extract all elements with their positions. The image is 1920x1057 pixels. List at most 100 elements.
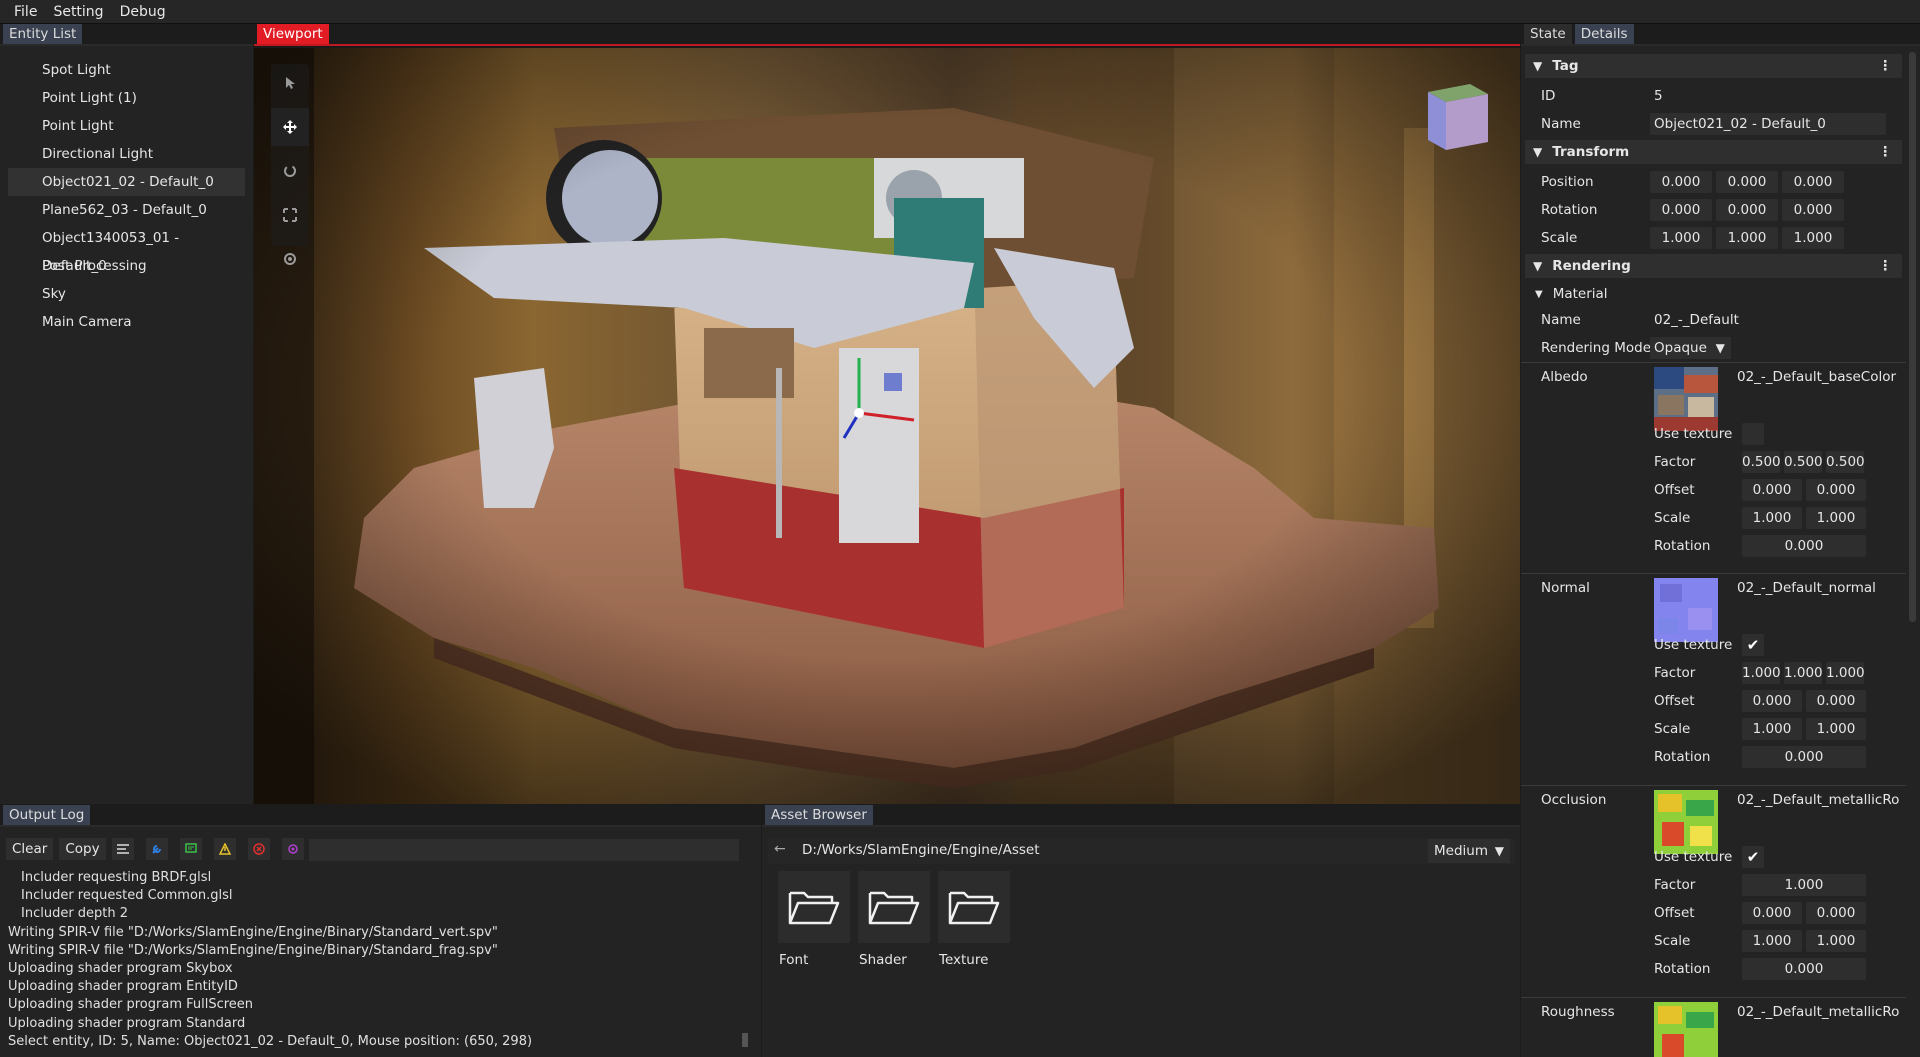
transform-header-label: Transform [1552,144,1630,160]
albedo-offset-x-field[interactable]: 0.000 [1742,479,1802,501]
entity-item-point-light-1[interactable]: Point Light (1) [8,84,245,112]
scale-tool-button[interactable] [271,196,309,234]
tab-output-log[interactable]: Output Log [3,805,91,825]
occlusion-use-texture-checkbox[interactable]: ✔ [1742,846,1764,868]
albedo-rotation-field[interactable]: 0.000 [1742,535,1866,557]
filter-critical-button[interactable] [281,838,304,860]
tab-details[interactable]: Details [1574,24,1634,44]
asset-folder-shader[interactable]: Shader [858,871,930,968]
entity-name-field[interactable]: Object021_02 - Default_0 [1650,113,1886,135]
log-scrollbar[interactable] [742,1033,748,1047]
entity-item-point-light[interactable]: Point Light [8,112,245,140]
entity-list-panel: Entity List Spot Light Point Light (1) P… [0,24,253,804]
menu-setting[interactable]: Setting [45,0,111,24]
tab-viewport[interactable]: Viewport [257,24,329,44]
kebab-menu-icon[interactable]: ⋮ [1879,258,1893,274]
normal-offset-x-field[interactable]: 0.000 [1742,690,1802,712]
tab-asset-browser[interactable]: Asset Browser [765,805,873,825]
filter-all-button[interactable] [111,838,134,860]
asset-folder-texture[interactable]: Texture [938,871,1010,968]
position-z-field[interactable]: 0.000 [1782,171,1844,193]
kebab-menu-icon[interactable]: ⋮ [1879,58,1893,74]
asset-folder-font[interactable]: Font [778,871,850,968]
asset-path: D:/Works/SlamEngine/Engine/Asset [802,842,1040,858]
rotation-x-field[interactable]: 0.000 [1650,199,1712,221]
id-value: 5 [1654,88,1663,104]
universal-tool-button[interactable] [271,240,309,278]
scale-x-field[interactable]: 1.000 [1650,227,1712,249]
entity-item-sky[interactable]: Sky [8,280,245,308]
asset-tabbar: Asset Browser [762,805,1520,827]
entity-item-main-camera[interactable]: Main Camera [8,308,245,336]
clear-button[interactable]: Clear [6,838,54,860]
viewport-canvas[interactable] [254,48,1520,804]
rotation-y-field[interactable]: 0.000 [1716,199,1778,221]
albedo-offset-y-field[interactable]: 0.000 [1806,479,1866,501]
position-x-field[interactable]: 0.000 [1650,171,1712,193]
tag-section-header[interactable]: ▼ Tag ⋮ [1525,54,1902,78]
entity-item-directional-light[interactable]: Directional Light [8,140,245,168]
occlusion-scale-y-field[interactable]: 1.000 [1806,930,1866,952]
normal-factor-g-field[interactable]: 1.000 [1784,662,1823,684]
entity-item-object021[interactable]: Object021_02 - Default_0 [8,168,245,196]
occlusion-factor-field[interactable]: 1.000 [1742,874,1866,896]
filter-warning-button[interactable] [213,838,236,860]
entity-item-spot-light[interactable]: Spot Light [8,56,245,84]
occlusion-scale-x-field[interactable]: 1.000 [1742,930,1802,952]
normal-texture-thumbnail[interactable] [1654,578,1718,642]
albedo-scale-x-field[interactable]: 1.000 [1742,507,1802,529]
occlusion-offset-y-field[interactable]: 0.000 [1806,902,1866,924]
occlusion-rotation-field[interactable]: 0.000 [1742,958,1866,980]
menu-debug[interactable]: Debug [112,0,174,24]
scale-y-field[interactable]: 1.000 [1716,227,1778,249]
filter-error-button[interactable] [247,838,270,860]
rendering-section-header[interactable]: ▼ Rendering ⋮ [1525,254,1902,278]
copy-button[interactable]: Copy [59,838,106,860]
thumbnail-size-value: Medium [1434,843,1488,859]
rotation-z-field[interactable]: 0.000 [1782,199,1844,221]
move-tool-button[interactable] [271,108,309,146]
position-y-field[interactable]: 0.000 [1716,171,1778,193]
thumbnail-size-dropdown[interactable]: Medium ▼ [1428,839,1510,863]
select-tool-button[interactable] [271,64,309,102]
normal-scale-x-field[interactable]: 1.000 [1742,718,1802,740]
view-cube-icon[interactable] [1420,80,1492,152]
albedo-factor-g-field[interactable]: 0.500 [1784,451,1823,473]
filter-info-button[interactable] [179,838,202,860]
menu-bar: File Setting Debug [0,0,1920,24]
inspector-scrollbar[interactable] [1909,52,1916,622]
roughness-texture-thumbnail[interactable] [1654,1002,1718,1057]
normal-rotation-field[interactable]: 0.000 [1742,746,1866,768]
menu-file[interactable]: File [6,0,45,24]
albedo-use-texture-checkbox[interactable] [1742,423,1764,445]
log-filter-input[interactable] [309,839,739,861]
albedo-factor-r-field[interactable]: 0.500 [1742,451,1781,473]
normal-offset-y-field[interactable]: 0.000 [1806,690,1866,712]
occlusion-texture-thumbnail[interactable] [1654,790,1718,854]
occlusion-offset-x-field[interactable]: 0.000 [1742,902,1802,924]
rendering-mode-dropdown[interactable]: Opaque ▼ [1650,337,1731,359]
rotate-tool-button[interactable] [271,152,309,190]
entity-item-plane562[interactable]: Plane562_03 - Default_0 [8,196,245,224]
filter-trace-button[interactable] [145,838,168,860]
folder-icon [938,871,1010,943]
entity-item-object1340053[interactable]: Object1340053_01 - Default_0 [8,224,245,274]
log-line: Writing SPIR-V file "D:/Works/SlamEngine… [8,924,498,940]
albedo-factor-b-field[interactable]: 0.500 [1826,451,1865,473]
albedo-scale-y-field[interactable]: 1.000 [1806,507,1866,529]
entity-item-post-processing[interactable]: Post Processing [8,252,245,280]
kebab-menu-icon[interactable]: ⋮ [1879,144,1893,160]
tab-state[interactable]: State [1524,24,1572,44]
albedo-texture-thumbnail[interactable] [1654,367,1718,431]
material-subheader[interactable]: ▼ Material [1521,282,1906,306]
viewport-panel: Viewport [254,24,1520,804]
back-arrow-icon[interactable]: ← [774,841,786,857]
material-name-label: Name [1541,312,1581,328]
scale-z-field[interactable]: 1.000 [1782,227,1844,249]
normal-use-texture-checkbox[interactable]: ✔ [1742,634,1764,656]
transform-section-header[interactable]: ▼ Transform ⋮ [1525,140,1902,164]
tab-entity-list[interactable]: Entity List [3,24,83,44]
normal-factor-r-field[interactable]: 1.000 [1742,662,1781,684]
normal-factor-b-field[interactable]: 1.000 [1826,662,1865,684]
normal-scale-y-field[interactable]: 1.000 [1806,718,1866,740]
